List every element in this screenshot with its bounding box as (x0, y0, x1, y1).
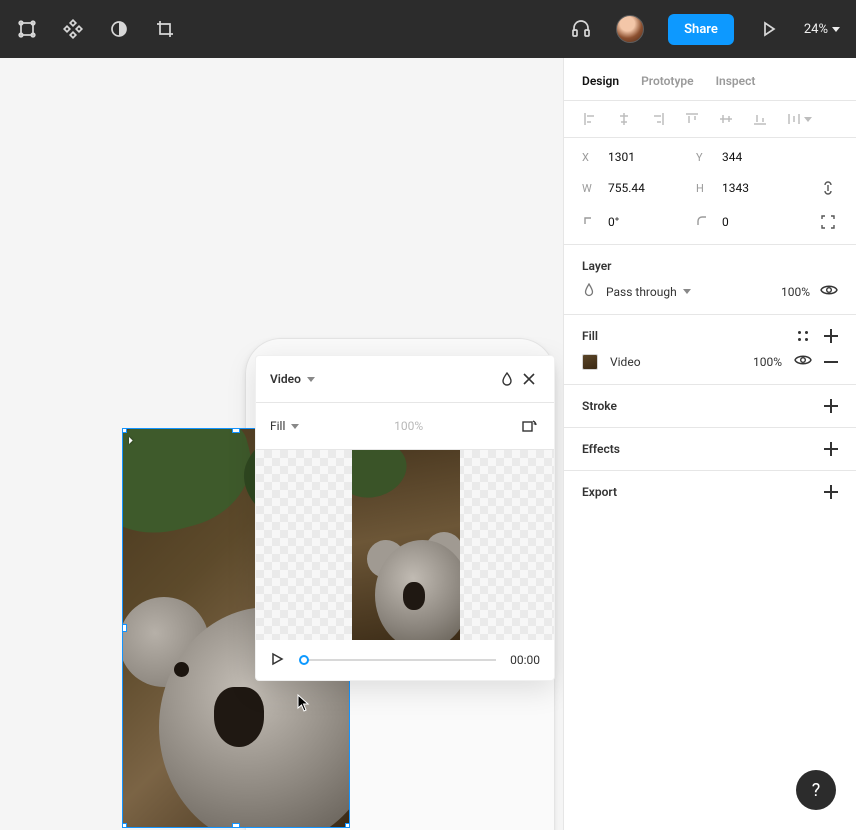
help-button[interactable]: ? (796, 770, 836, 810)
fill-row: Video 100% (582, 353, 838, 370)
rotate-image-icon[interactable] (518, 415, 540, 437)
alignment-row (564, 101, 856, 138)
blend-mode-drop-icon (582, 283, 596, 300)
h-input[interactable]: 1343 (722, 181, 802, 195)
add-stroke-icon[interactable] (824, 399, 838, 413)
popover-fit-row: Fill 100% (256, 403, 554, 450)
visibility-toggle-icon[interactable] (820, 283, 838, 300)
avatar[interactable] (616, 15, 644, 43)
cursor-icon (297, 694, 311, 715)
stroke-section-title: Stroke (582, 399, 617, 413)
close-icon[interactable] (518, 368, 540, 390)
independent-corners-icon[interactable] (818, 212, 838, 232)
effects-section: Effects (564, 428, 856, 471)
scale-mode-dropdown[interactable]: Fill (270, 419, 299, 433)
w-input[interactable]: 755.44 (608, 181, 688, 195)
components-icon[interactable] (62, 18, 84, 40)
tab-inspect[interactable]: Inspect (716, 74, 756, 88)
add-export-icon[interactable] (824, 485, 838, 499)
topbar: Share 24% (0, 0, 856, 58)
radius-input[interactable]: 0 (722, 215, 802, 229)
present-icon[interactable] (758, 18, 780, 40)
y-label: Y (696, 151, 714, 164)
align-top-icon[interactable] (684, 111, 700, 127)
remove-fill-icon[interactable] (824, 361, 838, 363)
right-panel: Design Prototype Inspect X 1301 Y 344 W … (563, 58, 856, 830)
mask-tool-icon[interactable] (108, 18, 130, 40)
transform-properties: X 1301 Y 344 W 755.44 H 1343 0° 0 (564, 138, 856, 245)
resize-handle-br[interactable] (345, 823, 350, 828)
panel-tabs: Design Prototype Inspect (564, 58, 856, 101)
timecode: 00:00 (510, 653, 540, 667)
layer-section-title: Layer (582, 259, 612, 273)
resize-handle-tl[interactable] (122, 428, 127, 433)
rotation-icon (582, 215, 600, 230)
add-fill-icon[interactable] (824, 329, 838, 343)
stroke-section: Stroke (564, 385, 856, 428)
blend-mode-dropdown[interactable]: Pass through (606, 285, 771, 299)
chevron-down-icon (307, 377, 315, 382)
popover-title: Video (270, 372, 301, 386)
fill-opacity[interactable]: 100% (753, 355, 782, 369)
blend-mode-value: Pass through (606, 285, 677, 299)
scale-mode-value: Fill (270, 419, 285, 433)
layer-opacity-input[interactable]: 100% (781, 285, 810, 299)
fill-visibility-icon[interactable] (794, 353, 812, 370)
layer-section: Layer Pass through 100% (564, 245, 856, 315)
scrubber-track[interactable] (300, 659, 496, 661)
add-effect-icon[interactable] (824, 442, 838, 456)
w-label: W (582, 182, 600, 195)
h-label: H (696, 182, 714, 195)
export-section-title: Export (582, 485, 617, 499)
effects-section-title: Effects (582, 442, 620, 456)
tab-design[interactable]: Design (582, 74, 619, 88)
popover-title-dropdown[interactable]: Video (270, 372, 315, 386)
video-fill-popover: Video Fill 100% (255, 355, 555, 681)
style-icon[interactable] (796, 329, 810, 343)
frame-tool-icon[interactable] (16, 18, 38, 40)
fill-type-label[interactable]: Video (610, 355, 741, 369)
headphones-icon[interactable] (570, 18, 592, 40)
align-right-icon[interactable] (650, 111, 666, 127)
constrain-proportions-icon[interactable] (818, 178, 838, 198)
resize-handle-mt[interactable] (232, 428, 240, 433)
play-button[interactable] (270, 652, 286, 668)
chevron-down-icon (291, 424, 299, 429)
x-label: X (582, 151, 600, 164)
blend-mode-icon[interactable] (496, 368, 518, 390)
resize-handle-bl[interactable] (122, 823, 127, 828)
canvas[interactable]: ⏵ 755.44 × 1343 · Video Video Fill (0, 58, 563, 830)
crop-tool-icon[interactable] (154, 18, 176, 40)
chevron-down-icon (832, 27, 840, 32)
zoom-value: 24% (804, 22, 828, 37)
tab-prototype[interactable]: Prototype (641, 74, 694, 88)
align-bottom-icon[interactable] (752, 111, 768, 127)
layer-type-badge: ⏵ (128, 436, 133, 447)
video-controls: 00:00 (256, 640, 554, 680)
zoom-dropdown[interactable]: 24% (804, 22, 840, 37)
radius-icon (696, 215, 714, 230)
chevron-down-icon (683, 289, 691, 294)
main: ⏵ 755.44 × 1343 · Video Video Fill (0, 58, 856, 830)
align-left-icon[interactable] (582, 111, 598, 127)
resize-handle-mb[interactable] (232, 823, 240, 828)
y-input[interactable]: 344 (722, 150, 802, 164)
video-preview[interactable] (256, 450, 554, 640)
fill-opacity-input[interactable]: 100% (307, 419, 510, 433)
align-hcenter-icon[interactable] (616, 111, 632, 127)
align-vcenter-icon[interactable] (718, 111, 734, 127)
fill-section: Fill Video 100% (564, 315, 856, 385)
resize-handle-ml[interactable] (122, 624, 127, 632)
rotation-input[interactable]: 0° (608, 215, 688, 229)
export-section: Export (564, 471, 856, 513)
align-more-dropdown[interactable] (786, 111, 812, 127)
x-input[interactable]: 1301 (608, 150, 688, 164)
popover-header: Video (256, 356, 554, 403)
scrubber-knob[interactable] (299, 655, 309, 665)
share-button[interactable]: Share (668, 14, 734, 45)
fill-swatch[interactable] (582, 354, 598, 370)
fill-section-title: Fill (582, 329, 598, 343)
